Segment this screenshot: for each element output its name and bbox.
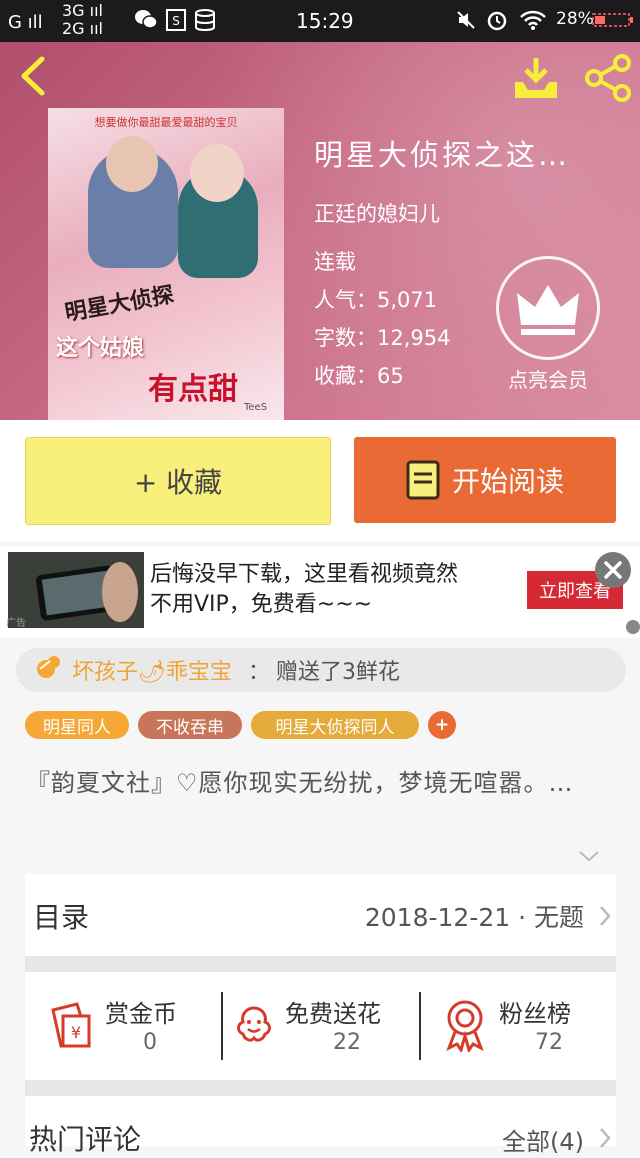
battery-icon [592,12,634,33]
book-status: 连载 [314,250,356,274]
tag-1[interactable]: 不收吞串 [138,711,242,739]
svg-text:S: S [172,14,180,28]
battery-percent: 28% [556,9,594,29]
gift-ticker[interactable]: 坏孩子🌶乖宝宝 ： 赠送了3鲜花 [16,648,626,692]
download-icon [515,58,557,98]
book-author[interactable]: 正廷的媳妇儿 [314,198,440,228]
ad-close-button[interactable] [595,552,631,588]
vip-button[interactable] [496,256,600,360]
medal-icon [446,1000,484,1052]
stat-value: 0 [143,1030,157,1055]
cover-tagline: 想要做你最甜最爱最甜的宝贝 [94,116,238,129]
wechat-icon [134,8,158,35]
book-title: 明星大侦探之这… [314,138,571,172]
book-collects: 收藏：65 [314,364,404,388]
comments-all-link[interactable]: 全部(4) [502,1122,584,1157]
alarm-icon [486,9,508,36]
stat-value: 22 [333,1030,361,1055]
comments-label: 热门评论 [29,1123,142,1156]
database-icon [194,9,216,36]
favorite-label: + 收藏 [133,466,223,499]
ad-image[interactable] [8,552,144,628]
cover-title-3: 有点甜 [148,372,238,407]
chevron-right-icon [600,1128,611,1148]
stat-label: 赏金币 [105,1000,177,1028]
book-header: 想要做你最甜最爱最甜的宝贝 明星大侦探 这个姑娘 有点甜 TeeS 明星大侦探之… [0,42,640,420]
red-envelope-icon: ¥ [51,1002,91,1048]
wifi-icon [520,9,546,36]
flower-icon [237,1006,271,1042]
stat-free-flowers[interactable]: 免费送花 22 [223,972,419,1080]
expand-intro-button[interactable] [578,848,600,867]
crown-icon [517,285,579,335]
favorite-button[interactable]: + 收藏 [25,437,331,525]
mute-icon [456,10,476,35]
download-button[interactable] [512,56,560,100]
share-button[interactable] [584,54,632,102]
divider [25,1080,616,1096]
catalog-label: 目录 [33,901,90,934]
stat-fan-rank[interactable]: 粉丝榜 72 [421,972,616,1080]
back-button[interactable] [16,56,50,96]
cover-credit: TeeS [244,402,268,413]
comments-header[interactable]: 热门评论 全部(4) [25,1096,616,1156]
catalog-latest: 2018-12-21 · 无题 [364,903,584,932]
cover-title-1: 明星大侦探 [63,282,176,327]
tag-2[interactable]: 明星大侦探同人 [251,711,419,739]
book-word-count: 字数：12,954 [314,326,451,350]
tag-0[interactable]: 明星同人 [25,711,129,739]
share-icon [585,54,631,102]
stat-value: 72 [535,1030,563,1055]
vip-label: 点亮会员 [508,368,588,392]
app-icon: S [166,9,186,36]
close-icon [604,561,622,579]
gift-user[interactable]: 坏孩子🌶乖宝宝 [72,654,232,686]
ad-badge: 广告 [6,618,26,629]
stats-row: ¥ 赏金币 0 免费送花 22 粉丝榜 72 [25,972,616,1080]
book-cover[interactable]: 想要做你最甜最爱最甜的宝贝 明星大侦探 这个姑娘 有点甜 TeeS [48,108,284,420]
stat-label: 免费送花 [285,1000,381,1028]
signal-indicator: G ıll [8,12,43,33]
status-bar: G ıll 3G ııl 2G ııl S 15:29 28% [0,0,640,42]
svg-text:¥: ¥ [71,1023,81,1042]
stat-label: 粉丝榜 [499,1000,571,1028]
catalog-row[interactable]: 目录 2018-12-21 · 无题 [25,874,616,956]
start-reading-button[interactable]: 开始阅读 [354,437,616,523]
book-intro[interactable]: 『韵夏文社』♡愿你现实无纷扰，梦境无喧嚣。… [26,764,616,802]
chevron-down-icon [579,851,599,862]
gift-message: 赠送了3鲜花 [275,660,400,685]
add-tag-button[interactable]: + [428,711,456,739]
gift-icon [34,652,64,688]
network-indicator: 3G ııl 2G ııl [62,1,103,38]
cover-title-2: 这个姑娘 [56,336,145,361]
gift-separator: ： [247,660,270,685]
divider [25,956,616,972]
chevron-right-icon [600,906,611,926]
stat-reward-coins[interactable]: ¥ 赏金币 0 [25,972,221,1080]
clock-time: 15:29 [296,9,354,33]
book-popularity: 人气：5,071 [314,288,438,312]
start-reading-label: 开始阅读 [451,465,564,498]
ad-text: 后悔没早下载，这里看视频竟然 不用VIP，免费看~~~ [150,562,459,617]
book-icon [406,460,440,500]
ad-info-icon[interactable] [626,620,640,634]
